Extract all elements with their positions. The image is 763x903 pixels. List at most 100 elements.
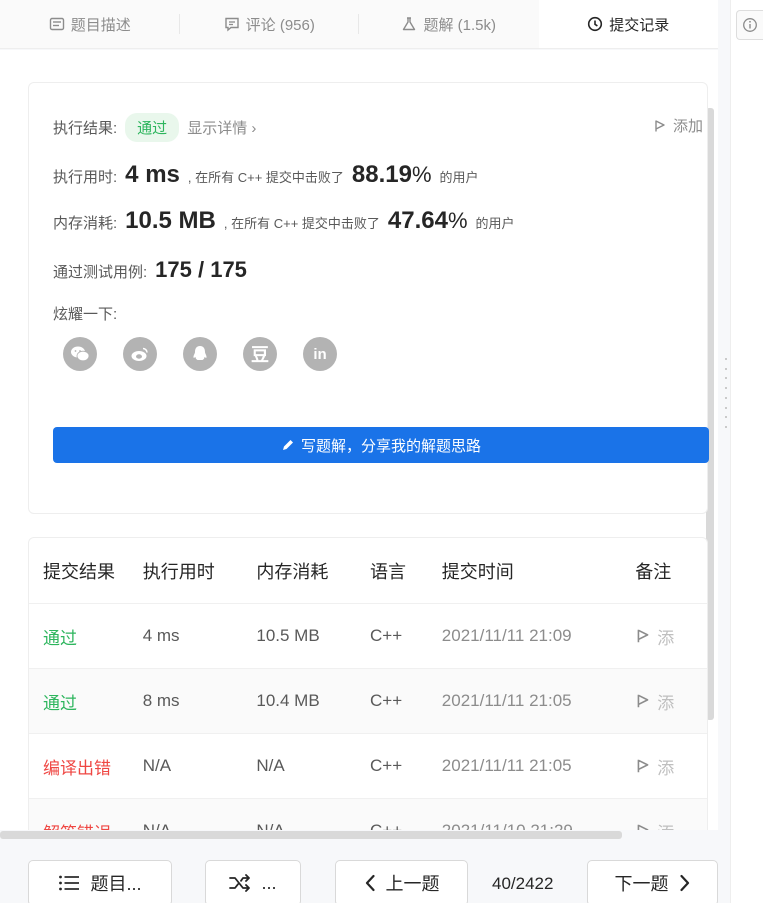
- share-icons: 豆 in: [63, 337, 337, 371]
- show-details-link[interactable]: 显示详情 ›: [187, 117, 256, 138]
- tab-solutions-label: 题解 (1.5k): [423, 16, 496, 34]
- write-solution-label: 写题解，分享我的解题思路: [300, 437, 481, 455]
- row-note[interactable]: 添: [635, 689, 707, 714]
- table-row[interactable]: 编译出错 N/A N/A C++ 2021/11/11 21:05 添: [29, 733, 707, 798]
- testcases-value: 175 / 175: [155, 257, 247, 282]
- tab-comments-label: 评论 (956): [245, 16, 315, 34]
- flag-icon: [637, 759, 649, 773]
- chevron-left-icon: [365, 874, 375, 892]
- share-label: 炫耀一下:: [53, 306, 118, 323]
- row-note-label: 添: [657, 819, 674, 831]
- row-time: 2021/11/11 21:05: [441, 691, 572, 710]
- row-result[interactable]: 编译出错: [29, 754, 143, 779]
- tab-description[interactable]: 题目描述: [0, 0, 180, 48]
- bottom-bar: 题目... ... 上一题 40/2422 下一题: [0, 846, 730, 903]
- clock-icon: [588, 16, 603, 32]
- list-icon: [59, 875, 80, 891]
- tab-solutions[interactable]: 题解 (1.5k): [359, 0, 539, 48]
- status-badge: 通过: [125, 113, 180, 142]
- previous-problem-button[interactable]: 上一题: [335, 860, 468, 903]
- row-language: C++: [370, 756, 403, 775]
- memory-label: 内存消耗:: [53, 215, 118, 232]
- row-memory: 10.5 MB: [256, 626, 320, 645]
- linkedin-icon[interactable]: in: [303, 337, 337, 371]
- flask-icon: [403, 17, 416, 31]
- wechat-icon[interactable]: [63, 337, 97, 371]
- row-runtime: N/A: [142, 756, 172, 775]
- write-solution-button[interactable]: 写题解，分享我的解题思路: [53, 427, 709, 463]
- runtime-text: , 在所有 C++ 提交中击败了: [187, 170, 344, 185]
- shuffle-icon: [229, 874, 251, 892]
- result-card: 执行结果: 通过 显示详情 › 添加 执行用时: 4 ms , 在所有 C++ …: [28, 82, 709, 514]
- header-language: 语言: [370, 561, 407, 582]
- problem-tabs: 题目描述 评论 (956) 题解 (1.5k) 提交记录: [0, 0, 718, 49]
- runtime-users: 的用户: [439, 170, 479, 185]
- row-language: C++: [370, 691, 403, 710]
- info-icon: [743, 18, 757, 32]
- add-note-button[interactable]: 添加: [653, 115, 703, 136]
- table-row[interactable]: 通过 4 ms 10.5 MB C++ 2021/11/11 21:09 添: [29, 603, 707, 668]
- horizontal-scrollbar[interactable]: [0, 831, 622, 839]
- row-time: 2021/11/11 21:09: [441, 626, 572, 645]
- next-problem-button[interactable]: 下一题: [587, 860, 718, 903]
- testcases-label: 通过测试用例:: [53, 264, 148, 281]
- row-result[interactable]: 通过: [29, 624, 143, 649]
- table-row[interactable]: 通过 8 ms 10.4 MB C++ 2021/11/11 21:05 添: [29, 668, 707, 733]
- submissions-table: 提交结果 执行用时 内存消耗 语言 提交时间 备注 通过 4 ms 10.5 M…: [28, 537, 708, 830]
- row-memory: N/A: [256, 756, 285, 775]
- runtime-label: 执行用时:: [53, 169, 118, 186]
- row-result[interactable]: 通过: [29, 689, 143, 714]
- tab-submissions[interactable]: 提交记录: [538, 0, 718, 48]
- row-result[interactable]: 解答错误: [29, 819, 143, 831]
- row-runtime: N/A: [143, 821, 257, 830]
- next-problem-label: 下一题: [614, 874, 669, 894]
- row-memory: 10.4 MB: [256, 691, 320, 710]
- row-time: 2021/11/11 21:05: [441, 756, 572, 775]
- problem-list-button[interactable]: 题目...: [28, 860, 172, 903]
- comment-icon: [224, 17, 239, 32]
- chevron-right-icon: [679, 874, 689, 892]
- flag-icon: [637, 824, 649, 830]
- memory-value: 10.5 MB: [125, 207, 216, 234]
- header-memory: 内存消耗: [256, 561, 329, 582]
- memory-percent: 47.64: [387, 207, 448, 234]
- runtime-percent: 88.19: [351, 161, 412, 188]
- qq-icon[interactable]: [183, 337, 217, 371]
- header-result: 提交结果: [43, 561, 115, 582]
- row-note-label: 添: [657, 758, 675, 778]
- result-row: 执行结果: 通过 显示详情 ›: [53, 113, 256, 142]
- tab-submissions-label: 提交记录: [609, 16, 670, 34]
- header-runtime: 执行用时: [142, 561, 215, 582]
- row-note-label: 添: [657, 628, 675, 648]
- tab-comments[interactable]: 评论 (956): [180, 0, 359, 48]
- previous-problem-label: 上一题: [385, 874, 440, 894]
- memory-row: 内存消耗: 10.5 MB , 在所有 C++ 提交中击败了 47.64% 的用…: [53, 207, 515, 235]
- description-icon: [49, 17, 64, 31]
- runtime-percent-sign: %: [411, 162, 432, 187]
- row-note[interactable]: 添: [635, 624, 707, 649]
- row-runtime: 8 ms: [142, 691, 180, 710]
- side-panel: [730, 0, 763, 903]
- memory-percent-sign: %: [447, 208, 468, 233]
- row-memory: N/A: [256, 821, 370, 830]
- douban-icon[interactable]: 豆: [243, 337, 277, 371]
- row-note[interactable]: 添: [635, 819, 707, 831]
- random-problem-button[interactable]: ...: [205, 860, 301, 903]
- table-row[interactable]: 解答错误 N/A N/A C++ 2021/11/10 21:29 添: [29, 798, 707, 830]
- random-problem-label: ...: [261, 872, 277, 893]
- pencil-icon: [282, 440, 293, 450]
- add-note-label: 添加: [672, 118, 703, 135]
- info-button[interactable]: [736, 10, 763, 40]
- flag-icon: [637, 629, 649, 643]
- row-language: C++: [370, 821, 442, 830]
- tab-description-label: 题目描述: [70, 16, 131, 34]
- runtime-row: 执行用时: 4 ms , 在所有 C++ 提交中击败了 88.19% 的用户: [53, 161, 479, 189]
- resize-handle[interactable]: [724, 358, 728, 428]
- header-time: 提交时间: [441, 561, 514, 582]
- row-note[interactable]: 添: [635, 754, 707, 779]
- weibo-icon[interactable]: [123, 337, 157, 371]
- submission-content: 执行结果: 通过 显示详情 › 添加 执行用时: 4 ms , 在所有 C++ …: [0, 50, 718, 830]
- runtime-value: 4 ms: [125, 161, 180, 188]
- flag-icon: [637, 694, 649, 708]
- flag-icon: [655, 119, 665, 131]
